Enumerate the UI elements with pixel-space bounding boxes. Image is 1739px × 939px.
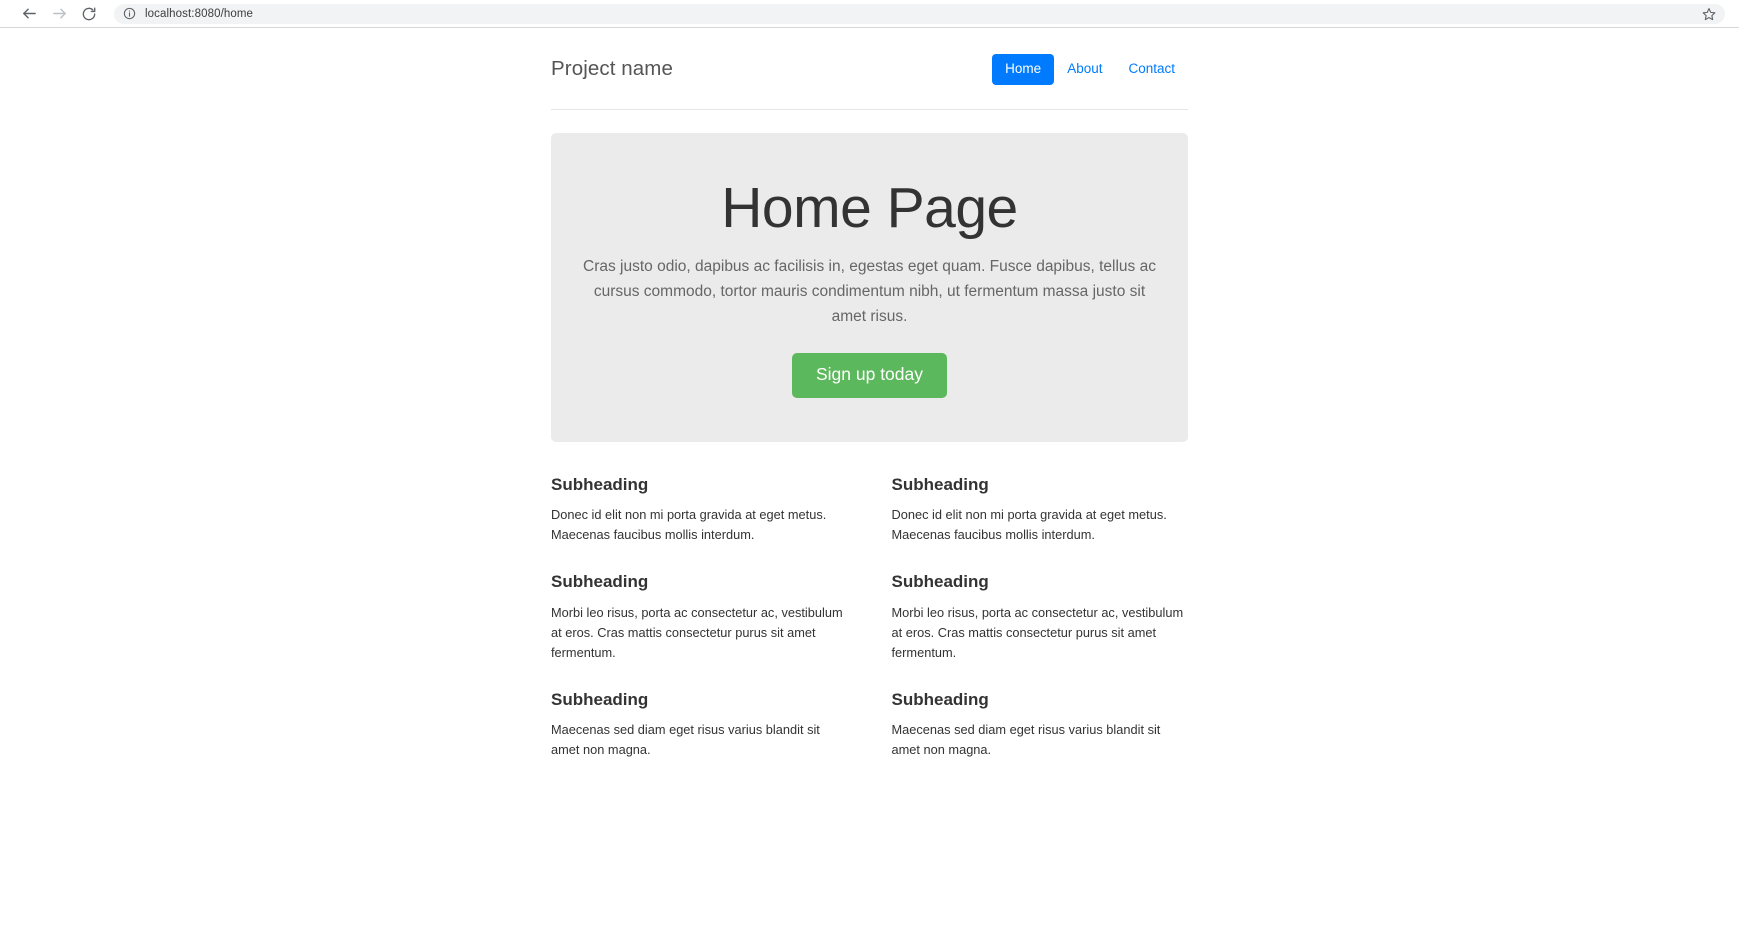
- reload-button[interactable]: [74, 0, 104, 28]
- feature-text: Maecenas sed diam eget risus varius blan…: [551, 721, 820, 757]
- feature-text: Morbi leo risus, porta ac consectetur ac…: [891, 604, 1184, 660]
- page-title: Project name: [551, 57, 673, 81]
- feature-title: Subheading: [891, 572, 989, 592]
- feature-title: Subheading: [551, 689, 649, 709]
- feature-block: Subheading Maecenas sed diam eget risus …: [892, 690, 1189, 760]
- forward-arrow-icon: [51, 5, 68, 22]
- features-grid: Subheading Donec id elit non mi porta gr…: [551, 475, 1188, 787]
- features-column-right: Subheading Donec id elit non mi porta gr…: [892, 475, 1189, 787]
- jumbotron: Home Page Cras justo odio, dapibus ac fa…: [551, 133, 1188, 443]
- info-circle-icon[interactable]: [123, 7, 136, 20]
- feature-title: Subheading: [551, 475, 649, 495]
- feature-block: Subheading Morbi leo risus, porta ac con…: [892, 572, 1189, 662]
- feature-text: Morbi leo risus, porta ac consectetur ac…: [551, 604, 843, 660]
- browser-nav-buttons: [14, 0, 104, 28]
- feature-block: Subheading Donec id elit non mi porta gr…: [892, 475, 1189, 545]
- address-bar[interactable]: localhost:8080/home: [114, 3, 1725, 24]
- nav-link-about[interactable]: About: [1054, 54, 1115, 84]
- star-icon[interactable]: [1702, 7, 1716, 21]
- main-navigation: Home About Contact: [992, 54, 1188, 85]
- feature-text: Donec id elit non mi porta gravida at eg…: [551, 507, 827, 543]
- nav-link-home[interactable]: Home: [992, 54, 1055, 85]
- site-header: Project name Home About Contact: [551, 46, 1188, 110]
- url-text: localhost:8080/home: [145, 7, 254, 20]
- jumbotron-lead-text: Cras justo odio, dapibus ac facilisis in…: [583, 257, 1156, 325]
- nav-link-contact[interactable]: Contact: [1115, 54, 1188, 84]
- browser-toolbar: localhost:8080/home: [0, 0, 1739, 28]
- feature-title: Subheading: [891, 689, 989, 709]
- web-page: Project name Home About Contact Home Pag…: [0, 28, 1739, 939]
- feature-title: Subheading: [551, 572, 649, 592]
- features-column-left: Subheading Donec id elit non mi porta gr…: [551, 475, 848, 787]
- feature-block: Subheading Morbi leo risus, porta ac con…: [551, 572, 848, 662]
- feature-block: Subheading Donec id elit non mi porta gr…: [551, 475, 848, 545]
- feature-block: Subheading Maecenas sed diam eget risus …: [551, 690, 848, 760]
- back-button[interactable]: [14, 0, 44, 28]
- jumbotron-title: Home Page: [721, 176, 1018, 240]
- reload-icon: [81, 6, 97, 22]
- back-arrow-icon: [21, 5, 38, 22]
- forward-button[interactable]: [44, 0, 74, 28]
- sign-up-button[interactable]: Sign up today: [791, 353, 948, 399]
- feature-title: Subheading: [891, 475, 989, 495]
- feature-text: Maecenas sed diam eget risus varius blan…: [891, 721, 1161, 757]
- page-container: Project name Home About Contact Home Pag…: [551, 28, 1188, 787]
- feature-text: Donec id elit non mi porta gravida at eg…: [891, 507, 1167, 543]
